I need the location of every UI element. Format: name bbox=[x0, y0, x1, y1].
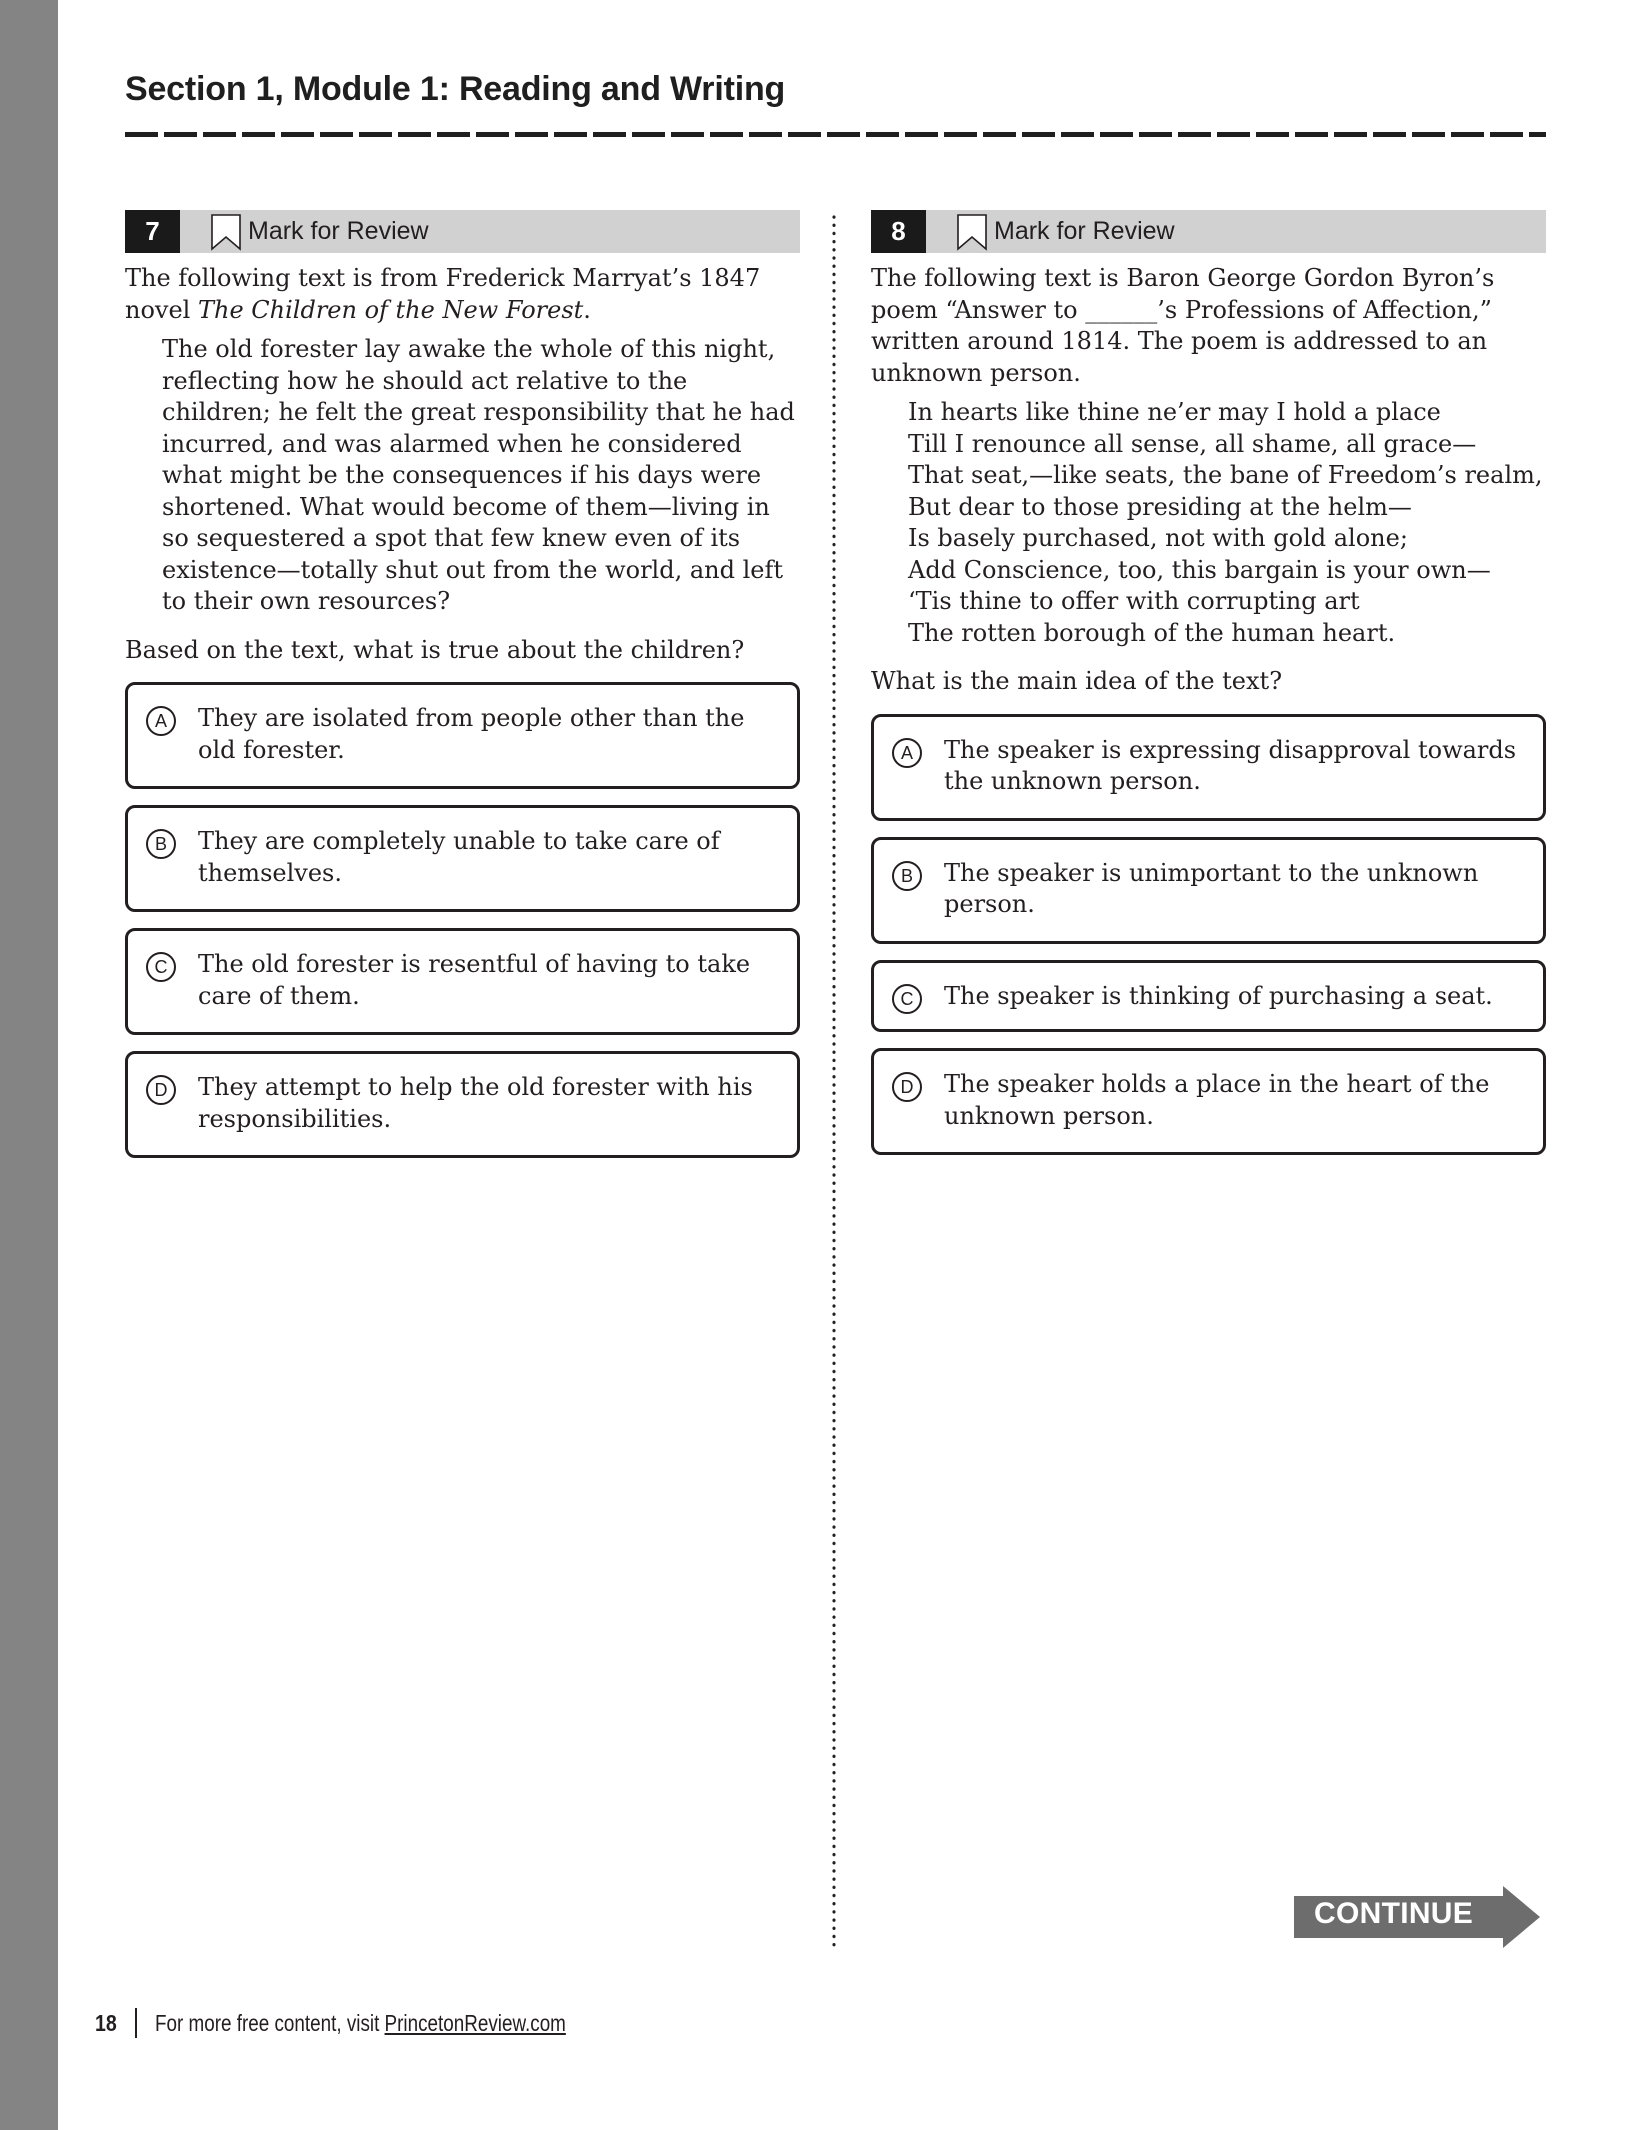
option-letter-c: C bbox=[892, 983, 922, 1014]
answer-option-d[interactable]: D They attempt to help the old forester … bbox=[125, 1051, 800, 1158]
option-text: They are completely unable to take care … bbox=[198, 827, 720, 887]
passage: The old forester lay awake the whole of … bbox=[162, 335, 795, 615]
mark-for-review-button[interactable]: Mark for Review bbox=[994, 217, 1175, 246]
continue-label: CONTINUE bbox=[1314, 1897, 1474, 1930]
question-header: 8 Mark for Review bbox=[871, 210, 1546, 253]
footer-text: For more free content, visit bbox=[154, 2009, 385, 2036]
option-letter-d: D bbox=[892, 1072, 922, 1102]
footer-separator bbox=[134, 2008, 137, 2038]
poem-line: That seat,—like seats, the bane of Freed… bbox=[908, 461, 1543, 489]
question-number: 8 bbox=[871, 210, 926, 253]
poem-line: Till I renounce all sense, all shame, al… bbox=[908, 429, 1477, 458]
page-number: 18 bbox=[95, 2009, 117, 2036]
footer-note: For more free content, visit PrincetonRe… bbox=[155, 2010, 566, 2037]
title-dashed-rule bbox=[125, 132, 1546, 137]
option-letter-d: D bbox=[146, 1075, 176, 1105]
work-title: The Children of the New Forest bbox=[197, 295, 584, 324]
question-intro: The following text is Baron George Gordo… bbox=[871, 264, 1495, 387]
option-text: The speaker holds a place in the heart o… bbox=[944, 1070, 1490, 1130]
option-letter-c: C bbox=[146, 952, 176, 982]
page-edge-strip bbox=[0, 0, 58, 2130]
option-letter-b: B bbox=[146, 829, 176, 859]
option-text: They are isolated from people other than… bbox=[198, 704, 745, 764]
mark-for-review-button[interactable]: Mark for Review bbox=[248, 217, 429, 246]
option-text: The old forester is resentful of having … bbox=[198, 950, 751, 1010]
option-letter-b: B bbox=[892, 860, 922, 891]
question-8: 8 Mark for Review The following text is … bbox=[871, 210, 1546, 1171]
poem-line: Is basely purchased, not with gold alone… bbox=[908, 524, 1408, 552]
page-title: Section 1, Module 1: Reading and Writing bbox=[125, 70, 786, 108]
continue-button[interactable]: CONTINUE bbox=[1294, 1886, 1540, 1948]
answer-options: A The speaker is expressing disapproval … bbox=[871, 713, 1546, 1155]
bookmark-icon[interactable] bbox=[956, 212, 988, 252]
answer-option-b[interactable]: B They are completely unable to take car… bbox=[125, 805, 800, 912]
page-footer: 18 For more free content, visit Princeto… bbox=[95, 2007, 656, 2039]
option-letter-a: A bbox=[146, 706, 176, 736]
answer-option-c[interactable]: C The old forester is resentful of havin… bbox=[125, 928, 800, 1035]
princeton-review-link[interactable]: PrincetonReview.com bbox=[384, 2010, 565, 2036]
poem-line: Add Conscience, too, this bargain is you… bbox=[908, 555, 1491, 584]
option-text: They attempt to help the old forester wi… bbox=[198, 1073, 753, 1133]
question-7: 7 Mark for Review The following text is … bbox=[125, 210, 800, 1174]
answer-option-d[interactable]: D The speaker holds a place in the heart… bbox=[871, 1048, 1546, 1155]
option-text: The speaker is unimportant to the unknow… bbox=[944, 858, 1479, 919]
question-prompt: What is the main idea of the text? bbox=[871, 667, 1283, 695]
poem-line: The rotten borough of the human heart. bbox=[908, 618, 1396, 647]
poem: In hearts like thine ne’er may I hold a … bbox=[871, 397, 1546, 649]
answer-options: A They are isolated from people other th… bbox=[125, 682, 800, 1158]
question-prompt: Based on the text, what is true about th… bbox=[125, 635, 745, 664]
question-header: 7 Mark for Review bbox=[125, 210, 800, 253]
answer-option-b[interactable]: B The speaker is unimportant to the unkn… bbox=[871, 836, 1546, 944]
poem-line: But dear to those presiding at the helm— bbox=[908, 492, 1412, 521]
option-text: The speaker is expressing disapproval to… bbox=[944, 735, 1517, 796]
option-letter-a: A bbox=[892, 737, 922, 768]
poem-line: ‘Tis thine to offer with corrupting art bbox=[908, 587, 1360, 615]
option-text: The speaker is thinking of purchasing a … bbox=[944, 981, 1493, 1010]
bookmark-icon[interactable] bbox=[210, 212, 242, 252]
answer-option-a[interactable]: A They are isolated from people other th… bbox=[125, 682, 800, 789]
question-number: 7 bbox=[125, 210, 180, 253]
question-intro: The following text is from Frederick Mar… bbox=[125, 263, 785, 326]
column-divider bbox=[832, 213, 836, 1950]
poem-line: In hearts like thine ne’er may I hold a … bbox=[908, 398, 1441, 426]
answer-option-a[interactable]: A The speaker is expressing disapproval … bbox=[871, 713, 1546, 821]
answer-option-c[interactable]: C The speaker is thinking of purchasing … bbox=[871, 959, 1546, 1032]
intro-text-end: . bbox=[583, 295, 591, 324]
